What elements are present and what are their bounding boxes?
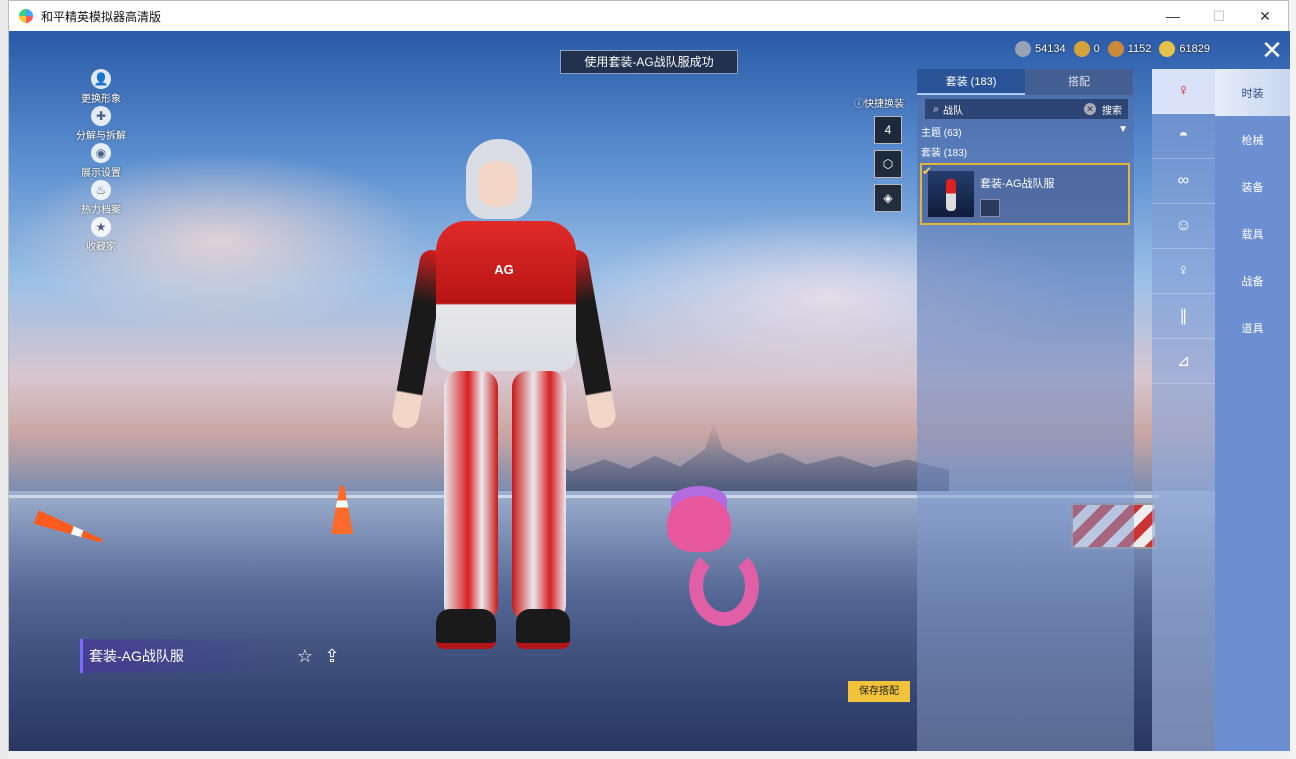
quick-slot-2[interactable]: ⬡ [874, 150, 902, 178]
side-menu-change-appearance[interactable]: 👤 更换形象 [71, 69, 131, 106]
favorite-star-icon[interactable]: ☆ [294, 645, 316, 667]
top-icon[interactable]: ♀ [1152, 249, 1215, 294]
pants-icon[interactable]: ∥ [1152, 294, 1215, 339]
maximize-button[interactable]: ☐ [1196, 1, 1242, 31]
glasses-icon[interactable]: ∞ [1152, 159, 1215, 204]
panel-tabs: 套装 (183) 搭配 [917, 69, 1134, 95]
outfit-figure [946, 179, 956, 211]
side-menu-collector[interactable]: ★ 收藏家 [71, 217, 131, 254]
coin-silver-icon [1015, 41, 1031, 57]
quick-slot-1[interactable]: 4 [874, 116, 902, 144]
quick-slot-3[interactable]: ◈ [874, 184, 902, 212]
game-viewport[interactable]: AG 使用套装-AG战队服成功 👤 更换形象 ✚ 分解与拆解 ◉ 展示设置 ♨ … [9, 31, 1290, 751]
quick-switch-text: 快捷换装 [864, 99, 904, 110]
currency-silver[interactable]: 54134 [1015, 41, 1066, 57]
theme-filter[interactable]: 主题 (63) ▼ [921, 124, 1134, 139]
cap-icon[interactable]: ◓ [1152, 114, 1215, 159]
outfit-part-thumbnail[interactable] [980, 199, 1000, 217]
coupon-icon [1073, 41, 1090, 57]
tab-outfits[interactable]: 套装 (183) [917, 69, 1025, 95]
side-menu-decompose[interactable]: ✚ 分解与拆解 [71, 106, 131, 143]
mask-icon[interactable]: ☺ [1152, 204, 1215, 249]
quick-switch-label[interactable]: ⓘ快捷换装 [854, 95, 914, 110]
character-left-leg [444, 371, 498, 621]
currency-medal[interactable]: 1152 [1107, 41, 1152, 57]
character-right-leg [512, 371, 566, 621]
category-vehicles[interactable]: 载具 [1215, 210, 1290, 257]
collector-badge-icon: ★ [91, 217, 111, 237]
category-battle-gear[interactable]: 战备 [1215, 257, 1290, 304]
app-logo-icon [19, 9, 33, 23]
fire-icon: ♨ [91, 180, 111, 200]
app-window: 和平精英模拟器高清版 — ☐ ✕ AG 使用套装-AG战队服成功 👤 更换形象 … [8, 0, 1290, 751]
item-list-panel: 套装 (183) 搭配 ⌕ ✕ 搜索 主题 (63) ▼ 套装 (183) ✔ … [917, 69, 1134, 751]
eye-icon: ◉ [91, 143, 111, 163]
side-menu-label: 展示设置 [81, 168, 121, 179]
currency-gold[interactable]: 61829 [1159, 41, 1210, 57]
character-left-shoe [436, 609, 496, 649]
currency-coupon[interactable]: 0 [1073, 41, 1100, 57]
tab-combinations[interactable]: 搭配 [1025, 69, 1133, 95]
window-title: 和平精英模拟器高清版 [41, 9, 162, 24]
currency-value: 61829 [1179, 43, 1210, 55]
side-menu-label: 分解与拆解 [76, 131, 126, 142]
currency-bar: 54134 0 1152 61829 [1015, 41, 1218, 57]
category-column: 时装 枪械 装备 载具 战备 道具 [1215, 69, 1290, 751]
desktop-background-left [0, 0, 8, 759]
side-menu-label: 收藏家 [86, 242, 116, 253]
search-button[interactable]: 搜索 [1102, 102, 1122, 117]
save-outfit-button[interactable]: 保存搭配 [848, 681, 910, 702]
quick-switch: ⓘ快捷换装 4 ⬡ ◈ [854, 95, 914, 212]
selected-outfit-card[interactable]: ✔ 套装-AG战队服 [920, 163, 1130, 225]
pet-body [689, 546, 759, 626]
title-bar: 和平精英模拟器高清版 — ☐ ✕ [9, 1, 1288, 31]
close-icon[interactable]: ✕ [1257, 37, 1287, 65]
category-equipment[interactable]: 装备 [1215, 163, 1290, 210]
search-input[interactable] [943, 103, 1084, 115]
close-window-button[interactable]: ✕ [1242, 1, 1288, 31]
pet-serpent[interactable] [659, 486, 769, 636]
set-section-header: 套装 (183) [921, 144, 1134, 159]
current-outfit-label: 套装-AG战队服 [80, 639, 286, 673]
currency-value: 0 [1093, 43, 1100, 55]
set-section-label: 套装 (183) [921, 148, 968, 159]
character-face [478, 161, 518, 207]
pet-head [667, 496, 731, 552]
currency-value: 1152 [1127, 43, 1152, 55]
chevron-down-icon: ▼ [1118, 124, 1128, 135]
theme-filter-label: 主题 (63) [921, 128, 962, 139]
side-menu-label: 热力档案 [81, 205, 121, 216]
outfit-name: 套装-AG战队服 [980, 178, 1055, 190]
side-menu-label: 更换形象 [81, 94, 121, 105]
outfit-thumbnail [928, 171, 974, 217]
outfit-icon[interactable]: ♀ [1152, 69, 1215, 114]
category-weapons[interactable]: 枪械 [1215, 116, 1290, 163]
slot-icon-column: ♀ ◓ ∞ ☺ ♀ ∥ ⊿ [1152, 69, 1215, 751]
category-fashion[interactable]: 时装 [1215, 69, 1290, 116]
search-bar: ⌕ ✕ 搜索 [925, 99, 1128, 119]
clear-search-icon[interactable]: ✕ [1084, 103, 1096, 115]
character-right-shoe [516, 609, 570, 649]
gold-coin-icon [1159, 41, 1176, 57]
character-torso [436, 221, 576, 371]
puzzle-icon: ✚ [91, 106, 111, 126]
currency-value: 54134 [1035, 43, 1066, 55]
success-toast: 使用套装-AG战队服成功 [560, 50, 738, 74]
person-icon: 👤 [91, 69, 111, 89]
ag-logo: AG [494, 262, 514, 277]
minimize-button[interactable]: — [1150, 1, 1196, 31]
search-icon: ⌕ [933, 103, 939, 115]
category-props[interactable]: 道具 [1215, 304, 1290, 351]
character-model[interactable]: AG [390, 139, 618, 659]
shoes-icon[interactable]: ⊿ [1152, 339, 1215, 384]
help-icon: ⓘ [854, 99, 864, 110]
share-icon[interactable]: ⇪ [321, 645, 343, 667]
side-menu-heat-archive[interactable]: ♨ 热力档案 [71, 180, 131, 217]
side-menu: 👤 更换形象 ✚ 分解与拆解 ◉ 展示设置 ♨ 热力档案 ★ 收藏家 [71, 69, 131, 254]
side-menu-display-settings[interactable]: ◉ 展示设置 [71, 143, 131, 180]
medal-icon [1107, 41, 1124, 57]
